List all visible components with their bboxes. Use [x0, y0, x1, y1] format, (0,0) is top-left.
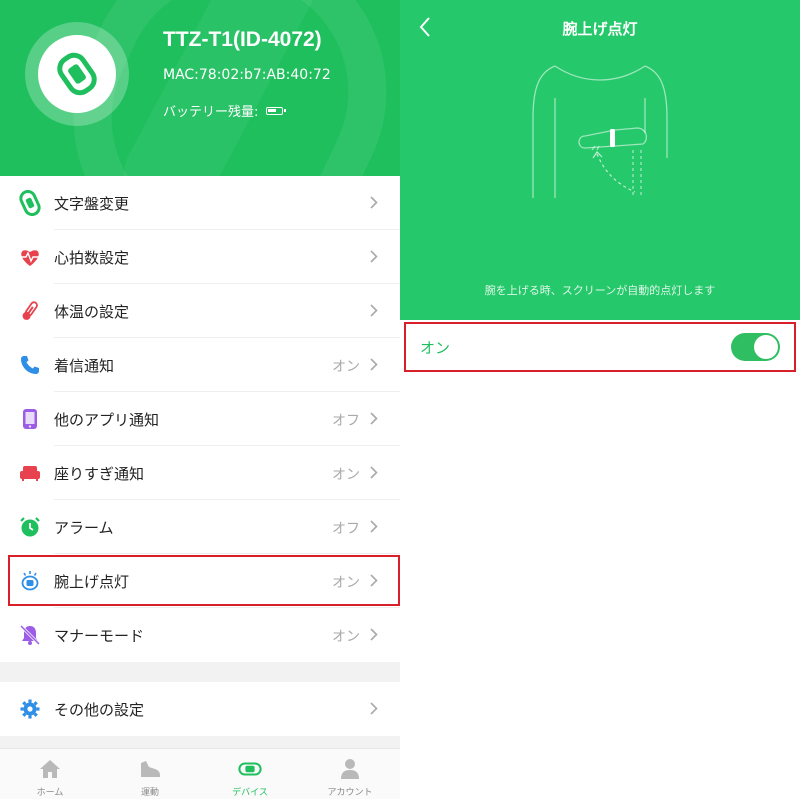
device-header: TTZ-T1(ID-4072) MAC:78:02:b7:AB:40:72 バッ…	[0, 0, 400, 176]
menu-item-label: アラーム	[54, 519, 114, 537]
tab-account[interactable]: アカウント	[300, 749, 400, 799]
smartphone-icon	[18, 407, 42, 431]
bottom-tab-bar: ホーム 運動 デバイス アカウント	[0, 748, 400, 799]
battery-fill	[268, 108, 277, 112]
menu-item-label: 着信通知	[54, 357, 115, 375]
band-icon	[57, 52, 97, 96]
phone-icon	[18, 353, 42, 377]
mute-bell-icon	[18, 623, 42, 647]
menu-item-label: 心拍数設定	[54, 249, 130, 267]
status-text: オン	[332, 467, 360, 483]
status-text: オン	[332, 629, 360, 645]
alarm-clock-icon	[18, 515, 42, 539]
menu-item-heart-rate[interactable]: 心拍数設定	[0, 230, 400, 284]
person-icon	[338, 757, 362, 781]
detail-header: 腕上げ点灯 腕を上げる時、スクリーンが自動的点灯します	[400, 0, 800, 320]
thermometer-icon	[18, 299, 42, 323]
menu-item-label: 文字盤変更	[54, 195, 130, 213]
watch-face-icon	[18, 190, 42, 216]
chevron-right-icon	[370, 412, 378, 425]
highlight-box	[404, 322, 796, 372]
shoe-icon	[138, 757, 162, 781]
chevron-right-icon	[370, 520, 378, 533]
device-mac: MAC:78:02:b7:AB:40:72	[163, 67, 331, 83]
device-avatar	[38, 35, 116, 113]
battery-status: バッテリー残量:	[163, 101, 287, 120]
chevron-right-icon	[370, 250, 378, 263]
sofa-icon	[18, 461, 42, 485]
home-icon	[38, 757, 62, 781]
menu-item-other-settings[interactable]: その他の設定	[0, 682, 400, 736]
menu-item-sedentary-reminder[interactable]: 座りすぎ通知 オン	[0, 446, 400, 500]
status-text: オフ	[332, 413, 360, 429]
tab-label: アカウント	[327, 788, 373, 798]
raise-to-wake-screen: 腕上げ点灯 腕を上げる時、スクリーンが自動的点灯します オン	[400, 0, 800, 799]
section-separator	[0, 736, 400, 748]
menu-item-alarm[interactable]: アラーム オフ	[0, 500, 400, 554]
status-text: オフ	[332, 521, 360, 537]
tab-label: デバイス	[232, 788, 268, 798]
feature-description: 腕を上げる時、スクリーンが自動的点灯します	[484, 284, 716, 297]
chevron-right-icon	[370, 196, 378, 209]
menu-item-call-notification[interactable]: 着信通知 オン	[0, 338, 400, 392]
heart-rate-icon	[18, 245, 42, 269]
tab-device[interactable]: デバイス	[200, 749, 300, 799]
battery-label: バッテリー残量:	[163, 105, 259, 120]
chevron-right-icon	[370, 628, 378, 641]
tab-home[interactable]: ホーム	[0, 749, 100, 799]
gear-icon	[18, 697, 42, 721]
battery-icon	[266, 106, 287, 115]
raise-wrist-illustration	[532, 65, 668, 198]
highlight-box	[8, 555, 400, 606]
menu-item-app-notification[interactable]: 他のアプリ通知 オフ	[0, 392, 400, 446]
section-separator	[0, 662, 400, 682]
status-text: オン	[332, 359, 360, 375]
menu-item-silent-mode[interactable]: マナーモード オン	[0, 608, 400, 662]
tab-exercise[interactable]: 運動	[100, 749, 200, 799]
chevron-right-icon	[370, 702, 378, 715]
device-screen: TTZ-T1(ID-4072) MAC:78:02:b7:AB:40:72 バッ…	[0, 0, 400, 799]
menu-item-label: 座りすぎ通知	[54, 465, 145, 483]
page-title: 腕上げ点灯	[562, 20, 638, 38]
chevron-right-icon	[370, 304, 378, 317]
menu-item-watch-face[interactable]: 文字盤変更	[0, 176, 400, 230]
menu-item-label: マナーモード	[54, 627, 145, 645]
chevron-right-icon	[370, 466, 378, 479]
menu-item-label: その他の設定	[54, 701, 145, 719]
menu-item-label: 体温の設定	[54, 303, 130, 321]
menu-item-body-temperature[interactable]: 体温の設定	[0, 284, 400, 338]
chevron-right-icon	[370, 358, 378, 371]
menu-item-label: 他のアプリ通知	[54, 411, 160, 429]
device-name: TTZ-T1(ID-4072)	[163, 28, 322, 51]
tab-label: ホーム	[36, 788, 64, 798]
tab-label: 運動	[140, 788, 159, 798]
device-icon	[238, 757, 262, 781]
